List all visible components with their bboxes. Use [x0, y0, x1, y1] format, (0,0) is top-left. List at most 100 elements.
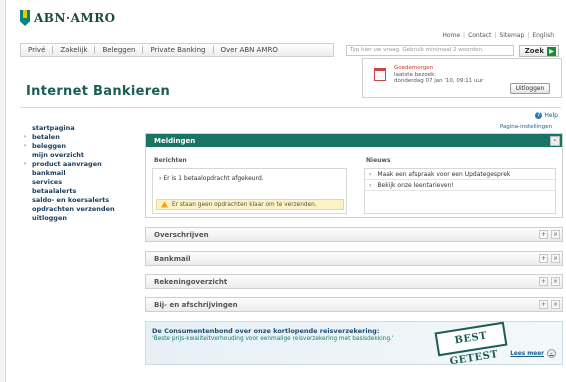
berichten-box: › Er is 1 betaalopdracht afgekeurd. Er s…: [152, 168, 347, 214]
brand-name: ABN·AMRO: [34, 11, 116, 25]
consumentenbond-banner: De Consumentenbond over onze kortlopende…: [145, 321, 563, 368]
close-icon[interactable]: ×: [551, 230, 560, 239]
nieuws-text: Bekijk onze leentarieven!: [377, 182, 454, 189]
sidebar-item-mijn-overzicht[interactable]: mijn overzicht: [24, 151, 134, 160]
minimize-icon[interactable]: –: [550, 136, 560, 146]
sidebar-item-opdrachten-verzenden[interactable]: opdrachten verzenden: [24, 205, 134, 214]
warning-icon: [161, 201, 168, 208]
sidebar-item-label: product aanvragen: [32, 160, 102, 168]
close-icon[interactable]: ×: [551, 277, 560, 286]
panel-header[interactable]: Overschrijven + ×: [146, 228, 562, 241]
warning-text: Er staan geen opdrachten klaar om te ver…: [172, 201, 317, 208]
search-input[interactable]: Typ hier uw vraag. Gebruik minimaal 2 wo…: [346, 45, 514, 56]
nav-prive[interactable]: Privé: [21, 46, 54, 54]
plus-icon[interactable]: +: [539, 254, 548, 263]
panel-title: Overschrijven: [154, 230, 209, 239]
sidebar-item-betalen[interactable]: › betalen: [24, 133, 134, 142]
plus-icon[interactable]: +: [539, 300, 548, 309]
page-settings-link[interactable]: Pagina-instellingen: [500, 124, 552, 130]
toplink-english[interactable]: English: [532, 32, 554, 39]
sidebar-item-label: uitloggen: [32, 214, 67, 222]
lees-meer-label: Lees meer: [510, 350, 544, 357]
sidebar-item-label: mijn overzicht: [32, 151, 85, 159]
panel-title: Rekeningoverzicht: [154, 277, 228, 286]
page: ABN·AMRO Home | Contact | Sitemap | English…: [5, 0, 566, 382]
nieuws-label: Nieuws: [366, 157, 391, 164]
sidebar-item-label: services: [32, 178, 63, 186]
brand-logo[interactable]: ABN·AMRO: [20, 10, 116, 26]
sidebar-item-uitloggen[interactable]: uitloggen: [24, 214, 134, 223]
divider: [20, 107, 561, 108]
page-title: Internet Bankieren: [26, 84, 171, 99]
sidebar-item-product-aanvragen[interactable]: › product aanvragen: [24, 160, 134, 169]
sidebar-item-label: betaalalerts: [32, 187, 77, 195]
nieuws-text: Maak een afspraak voor een Updategesprek: [377, 171, 511, 178]
panel-title: Bij- en afschrijvingen: [154, 300, 238, 309]
help-label: Help: [544, 112, 558, 119]
panel-header[interactable]: Rekeningoverzicht + ×: [146, 275, 562, 288]
bericht-item[interactable]: › Er is 1 betaalopdracht afgekeurd.: [159, 175, 264, 182]
meldingen-header[interactable]: Meldingen –: [146, 134, 562, 147]
berichten-label: Berichten: [154, 157, 187, 164]
last-visit-value: donderdag 07 jan '10, 09:11 uur: [394, 78, 484, 84]
panel-bij-afschrijvingen: Bij- en afschrijvingen + ×: [145, 297, 563, 312]
banner-title: De Consumentenbond over onze kortlopende…: [152, 327, 380, 335]
shield-logo-icon: [20, 10, 30, 26]
sidebar-item-label: bankmail: [32, 169, 66, 177]
sidebar-item-label: saldo- en koersalerts: [32, 196, 110, 204]
banner-subtitle: 'Beste prijs-kwaliteitverhouding voor ee…: [152, 336, 394, 342]
best-getest-stamp: BEST GETEST: [434, 321, 508, 368]
sidebar-item-label: beleggen: [32, 142, 67, 150]
sidebar-item-beleggen[interactable]: › beleggen: [24, 142, 134, 151]
panel-header[interactable]: Bij- en afschrijvingen + ×: [146, 298, 562, 311]
sidebar-item-saldo-koersalerts[interactable]: saldo- en koersalerts: [24, 196, 134, 205]
panel-bankmail: Bankmail + ×: [145, 251, 563, 266]
nieuws-box: › Maak een afspraak voor een Updategespre…: [364, 168, 556, 214]
nav-private-banking[interactable]: Private Banking: [143, 46, 214, 54]
toplink-sitemap[interactable]: Sitemap: [499, 32, 524, 39]
chevron-icon: ›: [369, 171, 372, 178]
sidebar-item-startpagina[interactable]: startpagina: [24, 124, 134, 133]
calendar-icon: [374, 68, 386, 81]
chevron-down-icon: ⌄: [547, 349, 556, 358]
meldingen-title: Meldingen: [154, 136, 196, 145]
sidebar-item-label: betalen: [32, 133, 60, 141]
close-icon[interactable]: ×: [551, 300, 560, 309]
search-button[interactable]: Zoek ▶: [519, 45, 559, 57]
nieuws-item[interactable]: › Bekijk onze leentarieven!: [365, 180, 555, 191]
help-icon: ?: [535, 112, 543, 119]
nieuws-item[interactable]: › Maak een afspraak voor een Updategespre…: [365, 169, 555, 180]
toplink-home[interactable]: Home: [442, 32, 460, 39]
sidebar-item-bankmail[interactable]: bankmail: [24, 169, 134, 178]
sidebar-item-services[interactable]: services: [24, 178, 134, 187]
toplink-contact[interactable]: Contact: [468, 32, 491, 39]
chevron-icon: ›: [24, 134, 27, 140]
chevron-icon: ›: [369, 182, 372, 189]
nav-zakelijk[interactable]: Zakelijk: [53, 46, 96, 54]
main-nav: Privé Zakelijk Beleggen Private Banking …: [20, 43, 334, 57]
bericht-text: Er is 1 betaalopdracht afgekeurd.: [163, 175, 264, 182]
panel-overschrijven: Overschrijven + ×: [145, 227, 563, 242]
arrow-right-icon: ▶: [547, 46, 556, 56]
panel-title: Bankmail: [154, 254, 191, 263]
plus-icon[interactable]: +: [539, 230, 548, 239]
meldingen-panel: Meldingen – Berichten Nieuws › Er is 1 b…: [145, 133, 563, 218]
chevron-icon: ›: [24, 161, 27, 167]
chevron-icon: ›: [24, 143, 27, 149]
greeting-box: Goedemorgen laatste bezoek: donderdag 07…: [362, 58, 562, 98]
sidebar-item-label: startpagina: [32, 124, 75, 132]
sidebar-item-label: opdrachten verzenden: [32, 205, 115, 213]
panel-header[interactable]: Bankmail + ×: [146, 252, 562, 265]
top-links: Home | Contact | Sitemap | English: [442, 32, 554, 39]
lees-meer-link[interactable]: Lees meer ⌄: [510, 349, 556, 358]
logout-button[interactable]: Uitloggen: [510, 83, 550, 94]
greeting-text: Goedemorgen laatste bezoek: donderdag 07…: [394, 65, 483, 85]
nav-over-abn-amro[interactable]: Over ABN AMRO: [214, 46, 285, 54]
nav-beleggen[interactable]: Beleggen: [95, 46, 144, 54]
sidebar-item-betaalalerts[interactable]: betaalalerts: [24, 187, 134, 196]
warning-message: Er staan geen opdrachten klaar om te ver…: [156, 199, 344, 210]
close-icon[interactable]: ×: [551, 254, 560, 263]
sidebar: startpagina › betalen › beleggen mijn over…: [24, 124, 134, 223]
help-link[interactable]: ? Help: [535, 112, 558, 119]
plus-icon[interactable]: +: [539, 277, 548, 286]
